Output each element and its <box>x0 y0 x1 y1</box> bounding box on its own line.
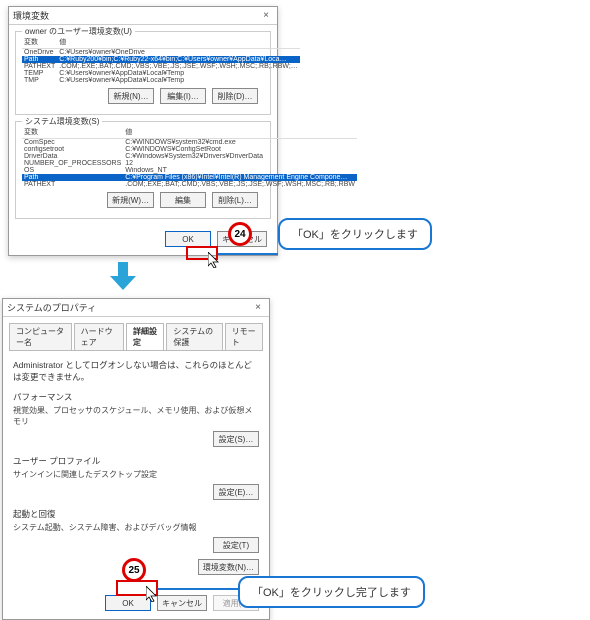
perf-desc: 視覚効果、プロセッサのスケジュール、メモリ使用、および仮想メモリ <box>13 405 259 427</box>
table-row[interactable]: DriverDataC:¥Windows¥System32¥Drivers¥Dr… <box>22 153 357 160</box>
sys-vars-group: システム環境変数(S) 変数 値 ComSpecC:¥WINDOWS¥syste… <box>15 121 271 219</box>
tab-2[interactable]: 詳細設定 <box>126 323 164 350</box>
boot-desc: システム起動、システム障害、およびデバッグ情報 <box>13 522 259 533</box>
boot-title: 起動と回復 <box>13 508 259 520</box>
sys-delete-button[interactable]: 削除(L)… <box>212 192 258 208</box>
arrow-down-icon <box>110 262 136 292</box>
profile-settings-button[interactable]: 設定(E)… <box>213 484 259 500</box>
table-row[interactable]: PathC:¥Program Files (x86)¥Intel¥Intel(R… <box>22 174 357 181</box>
admin-note: Administrator としてログオンしない場合は、これらのほとんどは変更で… <box>13 359 259 383</box>
table-row[interactable]: OneDriveC:¥Users¥owner¥OneDrive <box>22 49 300 57</box>
sys-cancel-button[interactable]: キャンセル <box>157 595 207 611</box>
user-new-button[interactable]: 新規(N)… <box>108 88 154 104</box>
table-row[interactable]: PATHEXT.COM;.EXE;.BAT;.CMD;.VBS;.VBE;.JS… <box>22 181 357 188</box>
user-vars-label: owner のユーザー環境変数(U) <box>22 26 135 37</box>
tab-strip: コンピューター名ハードウェア詳細設定システムの保護リモート <box>3 317 269 350</box>
tab-3[interactable]: システムの保護 <box>166 323 222 350</box>
env-variables-dialog: 環境変数 × owner のユーザー環境変数(U) 変数 値 OneDriveC… <box>8 6 278 256</box>
user-vars-group: owner のユーザー環境変数(U) 変数 値 OneDriveC:¥Users… <box>15 31 271 115</box>
user-delete-button[interactable]: 削除(D)… <box>212 88 258 104</box>
close-icon[interactable]: × <box>251 302 265 313</box>
sys-vars-label: システム環境変数(S) <box>22 116 102 127</box>
table-row[interactable]: TMPC:¥Users¥owner¥AppData¥Local¥Temp <box>22 77 300 84</box>
user-edit-button[interactable]: 編集(I)… <box>160 88 206 104</box>
sys-edit-button[interactable]: 編集 <box>160 192 206 208</box>
sys-titlebar: システムのプロパティ × <box>3 299 269 317</box>
table-row[interactable]: TEMPC:¥Users¥owner¥AppData¥Local¥Temp <box>22 70 300 77</box>
table-row[interactable]: PATHEXT.COM;.EXE;.BAT;.CMD;.VBS;.VBE;.JS… <box>22 63 300 70</box>
col-val: 値 <box>57 36 300 49</box>
col-var2: 変数 <box>22 126 123 139</box>
step-badge-25: 25 <box>122 558 146 582</box>
user-vars-table[interactable]: 変数 値 OneDriveC:¥Users¥owner¥OneDrivePath… <box>22 36 300 84</box>
boot-settings-button[interactable]: 設定(T) <box>213 537 259 553</box>
profile-title: ユーザー プロファイル <box>13 455 259 467</box>
profile-desc: サインインに関連したデスクトップ設定 <box>13 469 259 480</box>
sys-vars-table[interactable]: 変数 値 ComSpecC:¥WINDOWS¥system32¥cmd.exec… <box>22 126 357 188</box>
table-row[interactable]: NUMBER_OF_PROCESSORS12 <box>22 160 357 167</box>
table-row[interactable]: configsetrootC:¥WINDOWS¥ConfigSetRoot <box>22 146 357 153</box>
tab-1[interactable]: ハードウェア <box>74 323 124 350</box>
table-row[interactable]: OSWindows_NT <box>22 167 357 174</box>
sys-ok-button[interactable]: OK <box>105 595 151 611</box>
perf-title: パフォーマンス <box>13 391 259 403</box>
table-row[interactable]: ComSpecC:¥WINDOWS¥system32¥cmd.exe <box>22 139 357 147</box>
leader-line-24 <box>218 253 278 255</box>
col-val2: 値 <box>123 126 357 139</box>
close-icon[interactable]: × <box>259 10 273 21</box>
col-var: 変数 <box>22 36 57 49</box>
tab-0[interactable]: コンピューター名 <box>9 323 72 350</box>
callout-25: 「OK」をクリックし完了します <box>238 576 425 608</box>
step-badge-24: 24 <box>228 222 252 246</box>
env-vars-button[interactable]: 環境変数(N)… <box>198 559 259 575</box>
table-row[interactable]: PathC:¥Ruby200¥bin;C:¥Ruby22-x64¥bin;C:¥… <box>22 56 300 63</box>
sys-title: システムのプロパティ <box>7 301 96 314</box>
leader-line-25 <box>158 588 238 590</box>
env-title: 環境変数 <box>13 9 49 22</box>
sys-new-button[interactable]: 新規(W)… <box>107 192 154 208</box>
tab-4[interactable]: リモート <box>225 323 263 350</box>
env-ok-button[interactable]: OK <box>165 231 211 247</box>
env-titlebar: 環境変数 × <box>9 7 277 25</box>
perf-settings-button[interactable]: 設定(S)… <box>213 431 259 447</box>
callout-24: 「OK」をクリックします <box>278 218 432 250</box>
